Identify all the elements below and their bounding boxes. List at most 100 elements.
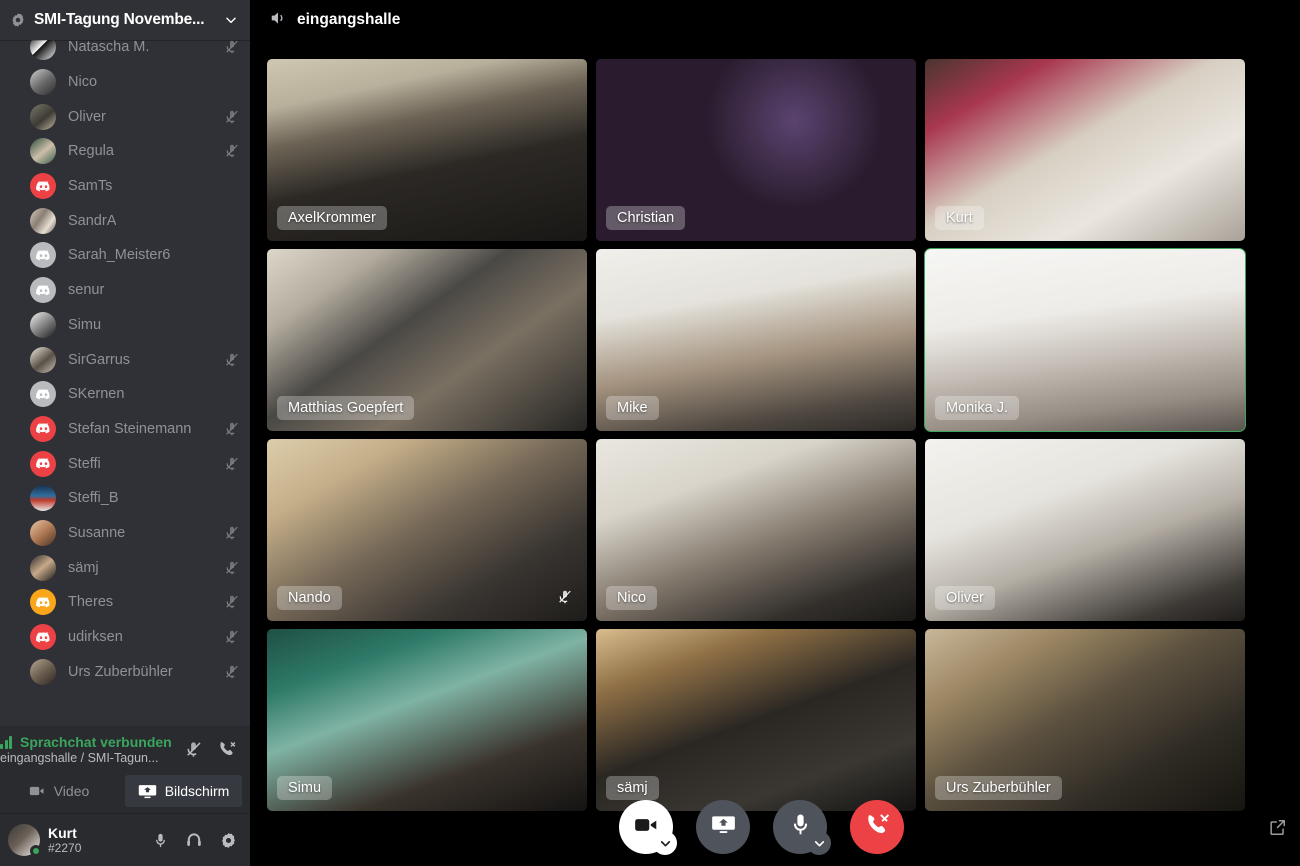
- video-tile[interactable]: Monika J.: [924, 248, 1246, 432]
- avatar[interactable]: [30, 519, 56, 546]
- hangup-button[interactable]: [850, 800, 904, 854]
- avatar[interactable]: [30, 207, 56, 234]
- member-list-item[interactable]: Oliver: [0, 99, 250, 134]
- video-tile[interactable]: Simu: [267, 629, 587, 811]
- video-toggle-button[interactable]: Video: [0, 775, 117, 807]
- video-tile[interactable]: Mike: [596, 249, 916, 431]
- avatar[interactable]: [30, 658, 56, 685]
- member-name: SirGarrus: [68, 351, 131, 368]
- video-tile[interactable]: sämj: [596, 629, 916, 811]
- gear-icon[interactable]: [218, 830, 238, 850]
- video-tile[interactable]: Matthias Goepfert: [267, 249, 587, 431]
- video-tile[interactable]: Kurt: [925, 59, 1245, 241]
- member-list-item[interactable]: Regula: [0, 134, 250, 169]
- avatar[interactable]: [30, 589, 56, 616]
- member-list-item[interactable]: udirksen: [0, 620, 250, 655]
- noise-suppression-icon[interactable]: [182, 738, 204, 760]
- participant-name-label: Monika J.: [935, 396, 1020, 420]
- chevron-down-icon[interactable]: [807, 831, 831, 855]
- chevron-down-icon[interactable]: [222, 11, 240, 29]
- member-list-item[interactable]: Steffi_B: [0, 481, 250, 516]
- popout-fullscreen-icon[interactable]: [1266, 816, 1288, 838]
- disconnect-call-icon[interactable]: [216, 738, 238, 760]
- avatar[interactable]: [30, 69, 56, 96]
- member-muted-icon: [224, 525, 240, 541]
- participant-name-label: Kurt: [935, 206, 984, 230]
- signal-strength-icon: [0, 735, 16, 749]
- member-list-item[interactable]: sämj: [0, 550, 250, 585]
- discord-voice-call-window: SMI-Tagung Novembe... Natascha M. Nico Oli…: [0, 0, 1300, 866]
- member-name: udirksen: [68, 629, 123, 646]
- member-list-item[interactable]: Urs Zuberbühler: [0, 654, 250, 689]
- current-user-tag: #2270: [48, 841, 82, 855]
- member-name: Regula: [68, 143, 114, 160]
- member-name: Nico: [68, 74, 98, 91]
- member-name: Sarah_Meister6: [68, 247, 171, 264]
- avatar[interactable]: [30, 138, 56, 165]
- video-tile[interactable]: Nico: [596, 439, 916, 621]
- member-name: Steffi_B: [68, 490, 119, 507]
- avatar[interactable]: [30, 40, 56, 61]
- headphones-icon[interactable]: [184, 830, 204, 850]
- discord-default-avatar-icon: [30, 589, 56, 615]
- member-list-item[interactable]: Sarah_Meister6: [0, 238, 250, 273]
- member-name: Stefan Steinemann: [68, 420, 192, 437]
- video-tile[interactable]: AxelKrommer: [267, 59, 587, 241]
- video-tile[interactable]: Oliver: [925, 439, 1245, 621]
- avatar[interactable]: [30, 624, 56, 651]
- participant-name-label: Nando: [277, 586, 342, 610]
- status-badge: [30, 845, 42, 857]
- avatar[interactable]: [8, 824, 42, 857]
- avatar[interactable]: [30, 485, 56, 512]
- channel-header[interactable]: SMI-Tagung Novembe...: [0, 0, 250, 40]
- voice-channel-settings-icon: [8, 10, 28, 30]
- member-list-item[interactable]: SamTs: [0, 169, 250, 204]
- microphone-icon[interactable]: [150, 830, 170, 850]
- avatar[interactable]: [30, 173, 56, 200]
- member-list[interactable]: Natascha M. Nico Oliver Regula SamTs SandrA Sa…: [0, 40, 250, 726]
- participant-name-label: Mike: [606, 396, 659, 420]
- channel-title: SMI-Tagung Novembe...: [34, 11, 205, 28]
- disconnect-call-icon: [864, 811, 891, 843]
- chevron-down-icon[interactable]: [653, 831, 677, 855]
- member-name: Theres: [68, 594, 114, 611]
- member-name: sämj: [68, 559, 99, 576]
- current-user-bar[interactable]: Kurt #2270: [0, 813, 250, 866]
- member-list-item[interactable]: senur: [0, 273, 250, 308]
- avatar[interactable]: [30, 103, 56, 130]
- member-list-item[interactable]: Susanne: [0, 516, 250, 551]
- member-name: SamTs: [68, 178, 113, 195]
- video-tile[interactable]: Nando: [267, 439, 587, 621]
- member-name: Simu: [68, 316, 102, 333]
- camera-button[interactable]: [619, 800, 677, 855]
- member-list-item[interactable]: Nico: [0, 65, 250, 100]
- avatar[interactable]: [30, 415, 56, 442]
- screenshare-toggle-label: Bildschirm: [164, 783, 230, 799]
- member-list-item[interactable]: Steffi: [0, 446, 250, 481]
- avatar[interactable]: [30, 242, 56, 269]
- member-list-item[interactable]: Theres: [0, 585, 250, 620]
- microphone-button[interactable]: [773, 800, 831, 855]
- video-tile[interactable]: Christian: [596, 59, 916, 241]
- member-list-item[interactable]: SandrA: [0, 203, 250, 238]
- member-muted-icon: [224, 143, 240, 159]
- video-tile[interactable]: Urs Zuberbühler: [925, 629, 1245, 811]
- avatar[interactable]: [30, 277, 56, 304]
- avatar[interactable]: [30, 346, 56, 373]
- member-list-item[interactable]: Natascha M.: [0, 40, 250, 65]
- screenshare-toggle-button[interactable]: Bildschirm: [125, 775, 242, 807]
- member-list-item[interactable]: SKernen: [0, 377, 250, 412]
- member-list-item[interactable]: Stefan Steinemann: [0, 412, 250, 447]
- avatar[interactable]: [30, 311, 56, 338]
- participant-muted-icon: [557, 589, 575, 607]
- member-list-item[interactable]: Simu: [0, 308, 250, 343]
- screenshare-button[interactable]: [696, 800, 750, 854]
- avatar[interactable]: [30, 554, 56, 581]
- member-list-item[interactable]: SirGarrus: [0, 342, 250, 377]
- avatar[interactable]: [30, 381, 56, 408]
- avatar[interactable]: [30, 450, 56, 477]
- member-muted-icon: [224, 664, 240, 680]
- call-controls: [267, 796, 1256, 858]
- member-name: Urs Zuberbühler: [68, 663, 173, 680]
- main-header: eingangshalle: [250, 0, 1300, 40]
